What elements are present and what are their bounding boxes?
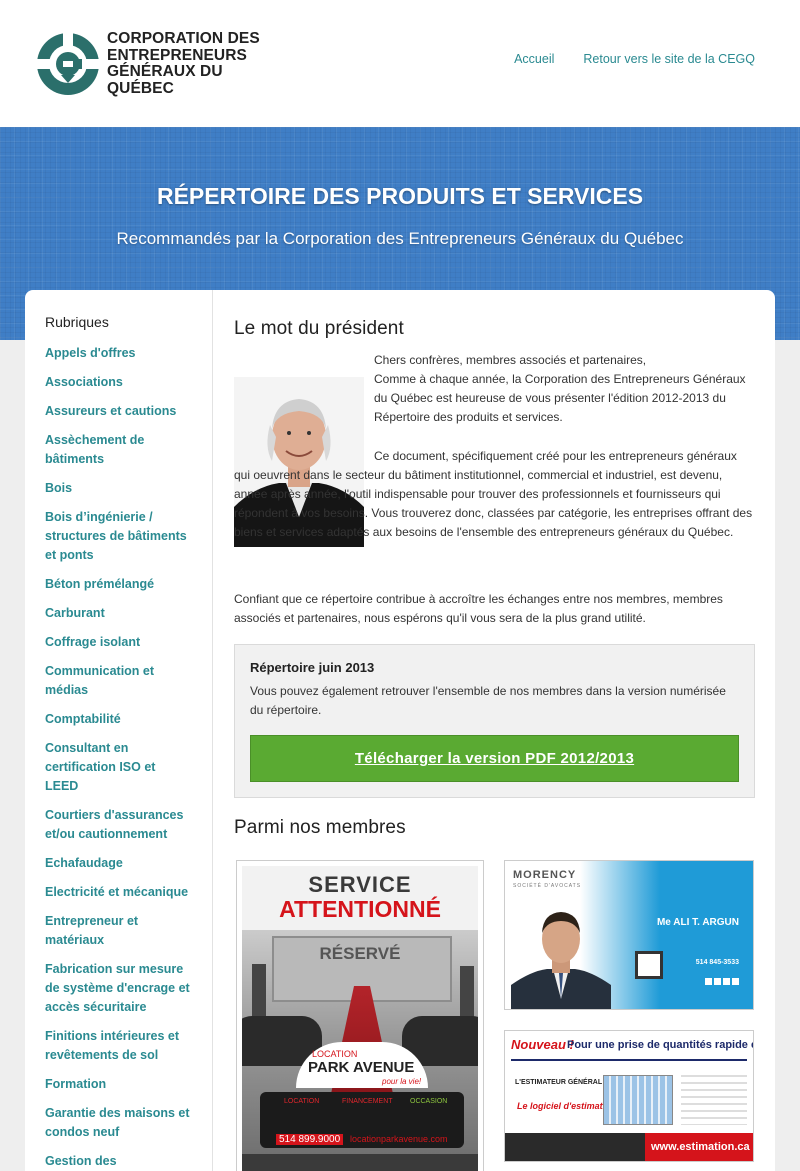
sidebar-link-coffrage[interactable]: Coffrage isolant [45, 633, 192, 652]
sidebar-item: Finitions intérieures et revêtements de … [45, 1027, 192, 1065]
download-box-text: Vous pouvez également retrouver l'ensemb… [250, 684, 726, 717]
intro-greeting: Chers confrères, membres associés et par… [374, 353, 647, 367]
nav-link-accueil[interactable]: Accueil [514, 52, 554, 66]
sidebar-link-appels-offres[interactable]: Appels d'offres [45, 344, 192, 363]
ad3-headline: Pour une prise de quantités rapide et pr… [567, 1039, 753, 1051]
ad-park-avenue-image: SERVICE ATTENTIONNÉ RÉSERVÉ LOCATION PAR… [242, 866, 478, 1171]
ad2-person-photo [511, 895, 611, 1009]
ad1-headline-2: ATTENTIONNÉ [279, 896, 441, 922]
sidebar-link-echafaudage[interactable]: Echafaudage [45, 854, 192, 873]
nav-link-retour-cegq[interactable]: Retour vers le site de la CEGQ [583, 52, 755, 66]
ad1-site: locationparkavenue.com [350, 1134, 448, 1144]
sidebar-item: Echafaudage [45, 854, 192, 873]
sidebar-link-carburant[interactable]: Carburant [45, 604, 192, 623]
logo-line: QUÉBEC [107, 79, 174, 97]
sidebar-item: Bois d’ingénierie / structures de bâtime… [45, 508, 192, 565]
ad1-phone: 514 899.9000 [276, 1134, 344, 1145]
ad1-feature-1: LOCATION [284, 1098, 320, 1105]
download-box: Répertoire juin 2013 Vous pouvez égaleme… [234, 644, 755, 798]
president-closing: Confiant que ce répertoire contribue à a… [234, 592, 723, 625]
sidebar-item: Electricité et mécanique [45, 883, 192, 902]
site-header: CORPORATION DES ENTREPRENEURS GÉNÉRAUX D… [0, 0, 800, 127]
ad-park-avenue[interactable]: SERVICE ATTENTIONNÉ RÉSERVÉ LOCATION PAR… [236, 860, 484, 1171]
sidebar-item: Fabrication sur mesure de système d'encr… [45, 960, 192, 1017]
sidebar-link-beton[interactable]: Béton prémélangé [45, 575, 192, 594]
sidebar-item: Entrepreneur et matériaux [45, 912, 192, 950]
sidebar-link-formation[interactable]: Formation [45, 1075, 192, 1094]
ad1-feature-3: OCCASION [410, 1098, 448, 1105]
logo-text: CORPORATION DES ENTREPRENEURS GÉNÉRAUX D… [107, 30, 260, 97]
intro-text: Comme à chaque année, la Corporation des… [374, 372, 746, 424]
ad1-sign: RÉSERVÉ [319, 944, 401, 963]
sidebar-item: Béton prémélangé [45, 575, 192, 594]
sidebar-item: Garantie des maisons et condos neuf [45, 1104, 192, 1142]
sidebar-link-courtiers[interactable]: Courtiers d'assurances et/ou cautionneme… [45, 806, 192, 844]
ad3-site: www.estimation.ca [651, 1141, 750, 1153]
sidebar-link-bois[interactable]: Bois [45, 479, 192, 498]
sidebar-item: Associations [45, 373, 192, 392]
sidebar-heading: Rubriques [45, 314, 109, 330]
ad-estimateur[interactable]: Nouveau ! Pour une prise de quantités ra… [504, 1030, 754, 1162]
content-card: Rubriques Appels d'offres Associations A… [25, 290, 775, 1171]
sidebar-item: Coffrage isolant [45, 633, 192, 652]
sidebar-link-assechement[interactable]: Assèchement de bâtiments [45, 431, 192, 469]
sidebar-item: Formation [45, 1075, 192, 1094]
rubriques-list: Appels d'offres Associations Assureurs e… [45, 344, 192, 1171]
logo-line: GÉNÉRAUX DU [107, 63, 223, 80]
ad1-tagline: pour la vie! [382, 1077, 422, 1086]
logo-line: ENTREPRENEURS [107, 46, 247, 64]
top-nav: Accueil Retour vers le site de la CEGQ [514, 52, 755, 66]
members-heading: Parmi nos membres [234, 817, 406, 838]
sidebar-link-associations[interactable]: Associations [45, 373, 192, 392]
sidebar-link-comptabilite[interactable]: Comptabilité [45, 710, 192, 729]
ad3-subtitle: Le logiciel d'estimation [517, 1101, 617, 1111]
ad1-brand-top: LOCATION [312, 1049, 358, 1059]
download-box-title: Répertoire juin 2013 [250, 660, 375, 675]
sidebar-link-electricite[interactable]: Electricité et mécanique [45, 883, 192, 902]
sidebar-item: Consultant en certification ISO et LEED [45, 739, 192, 796]
president-intro: Chers confrères, membres associés et par… [374, 351, 755, 427]
sidebar-item: Appels d'offres [45, 344, 192, 363]
sidebar-link-gestion[interactable]: Gestion des [45, 1152, 192, 1171]
sidebar-link-fabrication[interactable]: Fabrication sur mesure de système d'encr… [45, 960, 192, 1017]
body-text: Ce document, spécifiquement créé pour le… [234, 449, 753, 539]
ad2-phone: 514 845-3533 [695, 959, 739, 966]
download-pdf-button[interactable]: Télécharger la version PDF 2012/2013 [250, 735, 739, 782]
sidebar-link-garantie[interactable]: Garantie des maisons et condos neuf [45, 1104, 192, 1142]
sidebar-item: Courtiers d'assurances et/ou cautionneme… [45, 806, 192, 844]
ad1-brand: PARK AVENUE [308, 1059, 415, 1076]
sidebar-item: Carburant [45, 604, 192, 623]
sidebar-link-assureurs[interactable]: Assureurs et cautions [45, 402, 192, 421]
sidebar-item: Assèchement de bâtiments [45, 431, 192, 469]
sidebar-link-communication[interactable]: Communication et médias [45, 662, 192, 700]
ad1-feature-2: FINANCEMENT [342, 1098, 393, 1105]
ad-morency[interactable]: MORENCY SOCIÉTÉ D'AVOCATS Me ALI T. ARGU… [504, 860, 754, 1010]
cegq-logo-mark [35, 31, 101, 97]
ad2-name: Me ALI T. ARGUN [656, 917, 739, 928]
ad2-brand: MORENCY [513, 869, 577, 881]
president-body: Ce document, spécifiquement créé pour le… [234, 447, 755, 542]
logo-line: CORPORATION DES [107, 30, 260, 47]
banner-subtitle: Recommandés par la Corporation des Entre… [116, 229, 684, 248]
sidebar-item: Bois [45, 479, 192, 498]
sidebar-item: Communication et médias [45, 662, 192, 700]
ad3-nouveau: Nouveau ! [511, 1037, 574, 1052]
banner-title: RÉPERTOIRE DES PRODUITS ET SERVICES [156, 183, 644, 209]
cegq-logo[interactable]: CORPORATION DES ENTREPRENEURS GÉNÉRAUX D… [35, 28, 275, 100]
sidebar-link-consultant[interactable]: Consultant en certification ISO et LEED [45, 739, 192, 796]
president-heading: Le mot du président [234, 318, 404, 339]
sidebar-item: Gestion des [45, 1152, 192, 1171]
sidebar-item: Assureurs et cautions [45, 402, 192, 421]
ad1-headline-1: SERVICE [308, 872, 412, 897]
ad3-brand: L'ESTIMATEUR GÉNÉRAL [515, 1079, 603, 1086]
sidebar: Rubriques Appels d'offres Associations A… [25, 290, 213, 1171]
sidebar-link-entrepreneur[interactable]: Entrepreneur et matériaux [45, 912, 192, 950]
ad2-brand-sub: SOCIÉTÉ D'AVOCATS [513, 883, 582, 889]
sidebar-link-finitions[interactable]: Finitions intérieures et revêtements de … [45, 1027, 192, 1065]
sidebar-link-bois-ingenierie[interactable]: Bois d’ingénierie / structures de bâtime… [45, 508, 192, 565]
sidebar-item: Comptabilité [45, 710, 192, 729]
